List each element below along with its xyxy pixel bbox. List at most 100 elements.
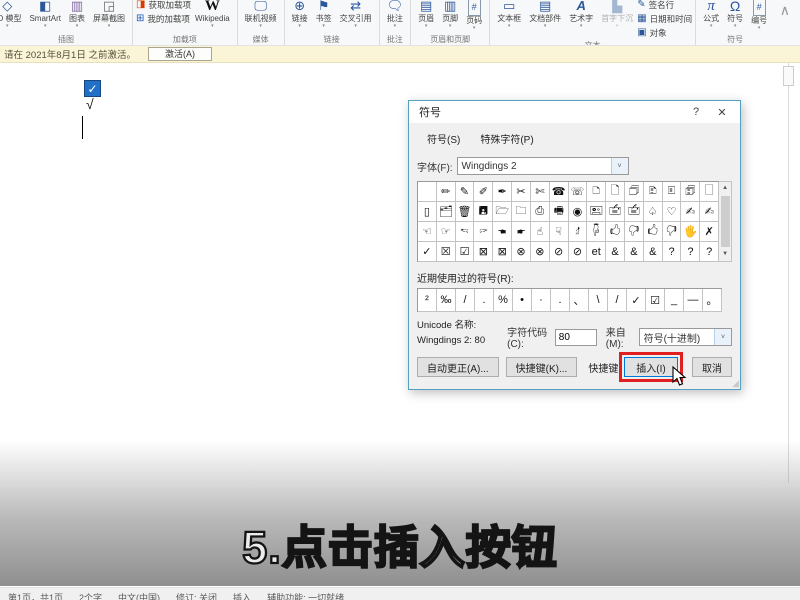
recent-symbol-cell[interactable]: / (456, 289, 475, 312)
symbol-cell[interactable]: 🖒 (606, 222, 625, 242)
ribbon-item[interactable]: ⚑ 书签 (312, 0, 336, 29)
symbol-cell[interactable]: 🖪 (474, 202, 493, 222)
symbol-cell[interactable]: 🗂 (437, 202, 456, 222)
ribbon-item-my-addins[interactable]: ⊞ 我的加载项 (136, 12, 191, 26)
symbol-cell[interactable]: & (625, 242, 644, 262)
ribbon-item[interactable]: # 页码 (462, 0, 486, 31)
symbol-cell[interactable]: ◉ (569, 202, 588, 222)
ribbon-item[interactable]: ◲ 屏幕截图 (89, 0, 129, 29)
symbol-cell[interactable]: & (606, 242, 625, 262)
symbol-cell[interactable]: ⊘ (569, 242, 588, 262)
dialog-titlebar[interactable]: 符号 ? ✕ (409, 101, 740, 123)
symbol-cell[interactable] (418, 182, 437, 202)
collapse-ribbon-icon[interactable]: ∧ (780, 0, 790, 19)
recent-symbol-cell[interactable]: · (532, 289, 551, 312)
status-bar[interactable]: 第1页，共1页2个字中文(中国)修订: 关闭插入辅助功能: 一切就绪 (0, 587, 800, 600)
status-bar-item[interactable]: 修订: 关闭 (176, 591, 217, 600)
symbol-cell[interactable]: ✗ (700, 222, 719, 242)
ribbon-item-date-time[interactable]: ▦ 日期和时间 (637, 12, 692, 26)
ribbon-item-object[interactable]: ▣ 对象 (637, 26, 692, 40)
symbol-cell[interactable]: 🖘 (456, 222, 475, 242)
recent-symbol-cell[interactable]: ✓ (627, 289, 646, 312)
symbol-cell[interactable]: 🗊 (681, 182, 700, 202)
symbol-cell[interactable]: 🗉 (663, 182, 682, 202)
ribbon-item[interactable]: ▤ 页眉 (414, 0, 438, 29)
insert-button[interactable]: 插入(I) (624, 357, 678, 377)
scrollbar-thumb[interactable] (721, 196, 730, 247)
symbol-cell[interactable]: ⊠ (474, 242, 493, 262)
ribbon-item-get-addins[interactable]: ◨ 获取加载项 (136, 0, 191, 12)
ribbon-item[interactable]: ▥ 页脚 (438, 0, 462, 29)
symbol-cell[interactable]: ☞ (437, 222, 456, 242)
symbol-cell[interactable]: 🖆 (625, 202, 644, 222)
recent-symbol-cell[interactable]: • (513, 289, 532, 312)
symbol-cell[interactable]: ✍ (681, 202, 700, 222)
symbol-cell[interactable]: 🗅 (587, 182, 606, 202)
symbol-cell[interactable]: 🗈 (644, 182, 663, 202)
ribbon-item[interactable]: ⇄ 交叉引用 (336, 0, 376, 29)
symbol-cell[interactable]: ? (700, 242, 719, 262)
chevron-down-icon[interactable]: ˅ (714, 329, 731, 345)
symbol-grid-scrollbar[interactable]: ▲ ▼ (719, 181, 732, 262)
symbol-cell[interactable]: 🖒 (644, 222, 663, 242)
symbol-cell[interactable]: 🖜 (493, 222, 512, 242)
status-bar-item[interactable]: 中文(中国) (118, 591, 160, 600)
recent-symbol-cell[interactable]: 。 (703, 289, 722, 312)
resize-grip-icon[interactable]: ◢ (732, 378, 739, 389)
symbol-cell[interactable]: ⊘ (550, 242, 569, 262)
recent-symbol-cell[interactable]: \ (589, 289, 608, 312)
scroll-down-icon[interactable]: ▼ (722, 248, 728, 261)
dialog-tab[interactable]: 特殊字符(P) (470, 127, 543, 150)
symbol-cell[interactable]: 🖷 (550, 202, 569, 222)
status-bar-item[interactable]: 辅助功能: 一切就绪 (267, 591, 344, 600)
symbol-cell[interactable]: ☟ (550, 222, 569, 242)
symbol-cell[interactable]: ⊠ (493, 242, 512, 262)
symbol-cell[interactable]: ☜ (418, 222, 437, 242)
symbol-cell[interactable]: 🗑 (456, 202, 475, 222)
recent-symbol-cell[interactable]: . (551, 289, 570, 312)
symbol-cell[interactable]: ? (681, 242, 700, 262)
symbol-cell[interactable]: 🖟 (587, 222, 606, 242)
symbol-cell[interactable]: ☏ (569, 182, 588, 202)
symbol-cell[interactable]: ☑ (456, 242, 475, 262)
recent-symbol-cell[interactable]: % (494, 289, 513, 312)
cancel-button[interactable]: 取消 (692, 357, 732, 377)
ribbon-item[interactable]: A 艺术字 (565, 0, 597, 29)
ribbon-item[interactable]: ▤ 文档部件 (525, 0, 565, 29)
symbol-cell[interactable]: et (587, 242, 606, 262)
ribbon-item[interactable]: π 公式 (699, 0, 723, 29)
close-icon[interactable]: ✕ (708, 106, 736, 119)
ribbon-item-signature-line[interactable]: ✎ 签名行 (637, 0, 692, 12)
symbol-cell[interactable]: ✍ (700, 202, 719, 222)
symbol-cell[interactable]: 🗌 (700, 182, 719, 202)
ribbon-item-comment[interactable]: 🗨 批注 (383, 0, 408, 29)
recent-symbol-cell[interactable]: . (475, 289, 494, 312)
ribbon-item[interactable]: ◇ 3D 模型 (0, 0, 25, 29)
symbol-cell[interactable]: & (644, 242, 663, 262)
ribbon-item[interactable]: ▥ 图表 (65, 0, 89, 29)
symbol-cell[interactable]: ✐ (474, 182, 493, 202)
font-select[interactable]: Wingdings 2 ˅ (457, 157, 629, 175)
symbol-cell[interactable]: ✄ (531, 182, 550, 202)
symbol-cell[interactable]: ☒ (437, 242, 456, 262)
ribbon-item[interactable]: # 编号 (747, 0, 771, 31)
symbol-cell[interactable]: ✏ (437, 182, 456, 202)
symbol-cell[interactable]: 🖭 (587, 202, 606, 222)
symbol-cell[interactable]: ⊗ (512, 242, 531, 262)
symbol-cell[interactable]: ✂ (512, 182, 531, 202)
charcode-input[interactable] (555, 329, 597, 346)
activate-button[interactable]: 激活(A) (148, 47, 212, 61)
status-bar-item[interactable]: 2个字 (79, 591, 102, 600)
symbol-cell[interactable]: 🖞 (569, 222, 588, 242)
symbol-cell[interactable]: 🗇 (625, 182, 644, 202)
ribbon-item[interactable]: ⊕ 链接 (288, 0, 312, 29)
symbol-cell[interactable]: ✒ (493, 182, 512, 202)
symbol-cell[interactable]: ? (663, 242, 682, 262)
symbol-cell[interactable]: ✓ (418, 242, 437, 262)
from-select[interactable]: 符号(十进制) ˅ (639, 328, 732, 346)
recent-symbol-cell[interactable]: — (684, 289, 703, 312)
autocorrect-button[interactable]: 自动更正(A)... (417, 357, 499, 377)
symbol-cell[interactable]: 🖓 (663, 222, 682, 242)
symbol-cell[interactable]: 🖙 (474, 222, 493, 242)
status-bar-item[interactable]: 第1页，共1页 (8, 591, 63, 600)
